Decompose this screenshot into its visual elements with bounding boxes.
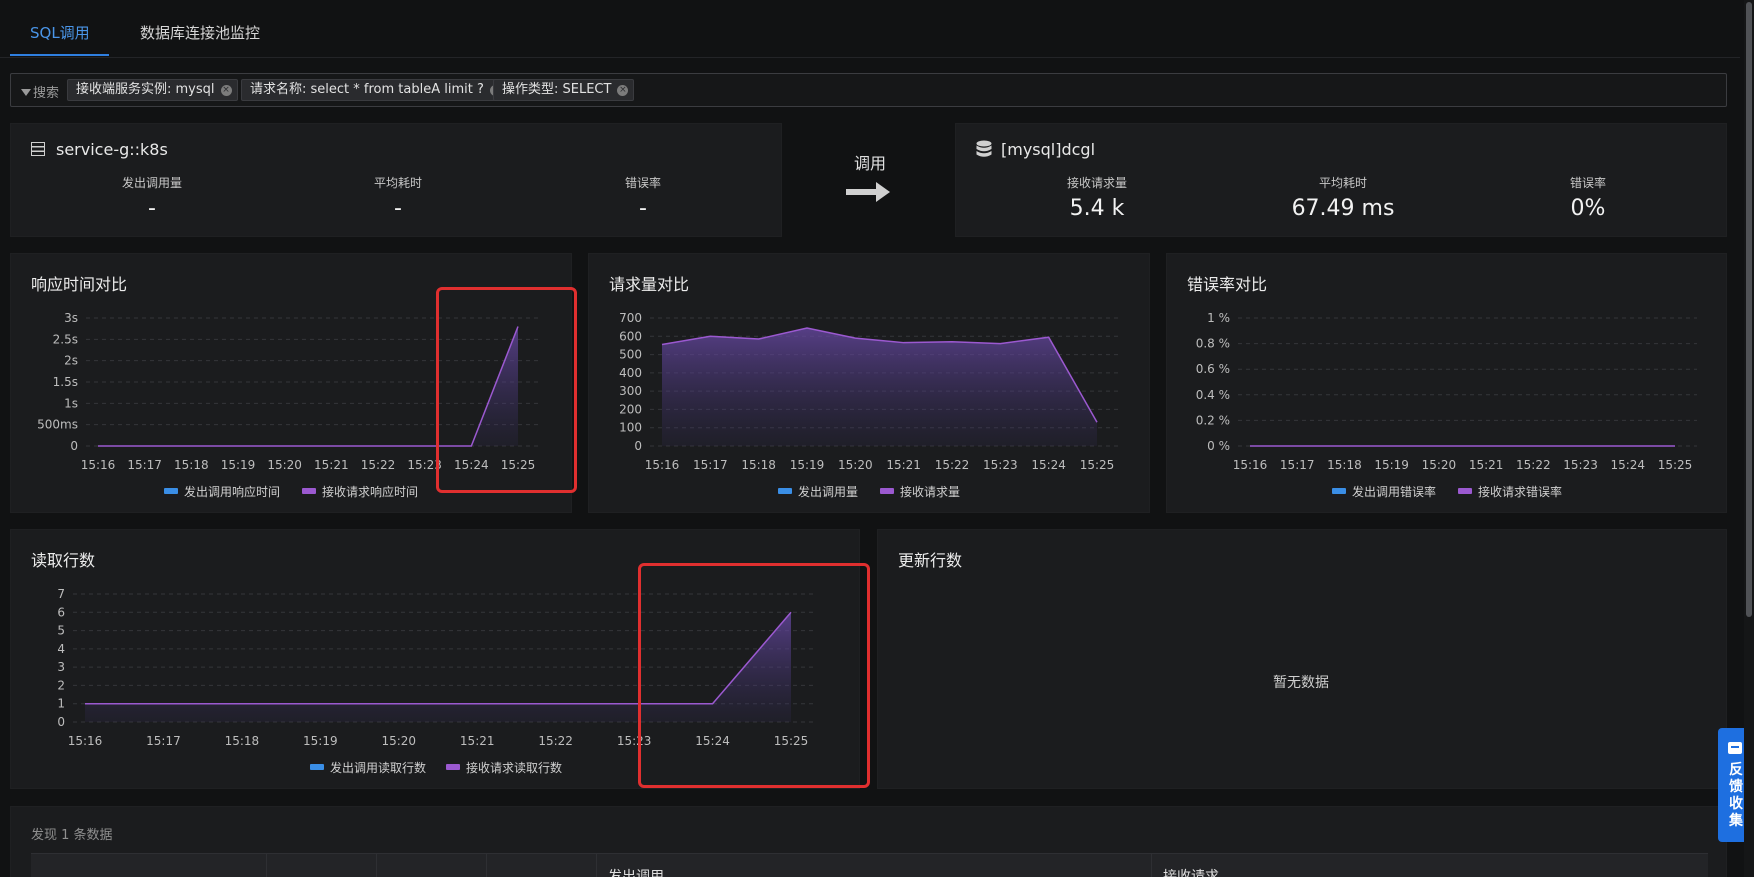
legend-swatch <box>446 764 460 770</box>
column-divider <box>596 854 597 877</box>
y-tick-label: 1s <box>64 396 78 410</box>
y-tick-label: 0 <box>634 439 642 453</box>
y-tick-label: 2s <box>64 354 78 368</box>
x-tick-label: 15:20 <box>267 458 302 472</box>
x-tick-label: 15:19 <box>221 458 256 472</box>
x-tick-label: 15:16 <box>68 734 103 748</box>
y-tick-label: 200 <box>619 402 642 416</box>
x-tick-label: 15:18 <box>225 734 260 748</box>
legend-label: 发出调用量 <box>798 484 858 499</box>
y-tick-label: 5 <box>57 624 65 638</box>
x-tick-label: 15:22 <box>361 458 396 472</box>
x-tick-label: 15:24 <box>1031 458 1066 472</box>
results-table-section: 发现 1 条数据 发出调用 接收请求 <box>10 806 1727 877</box>
legend-label: 接收请求响应时间 <box>322 484 418 499</box>
legend-label: 发出调用错误率 <box>1352 484 1436 499</box>
x-tick-label: 15:19 <box>303 734 338 748</box>
x-tick-label: 15:21 <box>460 734 495 748</box>
legend-swatch <box>310 764 324 770</box>
x-tick-label: 15:22 <box>1516 458 1551 472</box>
x-tick-label: 15:17 <box>693 458 728 472</box>
x-tick-label: 15:21 <box>314 458 349 472</box>
x-tick-label: 15:19 <box>1374 458 1409 472</box>
series-area <box>662 328 1097 446</box>
y-tick-label: 500ms <box>37 418 78 432</box>
x-tick-label: 15:22 <box>538 734 573 748</box>
legend-swatch <box>302 488 316 494</box>
x-tick-label: 15:16 <box>645 458 680 472</box>
x-tick-label: 15:19 <box>790 458 825 472</box>
feedback-label: 反馈收集 <box>1729 762 1743 829</box>
x-tick-label: 15:25 <box>1658 458 1693 472</box>
legend-swatch <box>880 488 894 494</box>
y-tick-label: 0.6 % <box>1196 362 1230 376</box>
x-tick-label: 15:22 <box>935 458 970 472</box>
legend-swatch <box>1458 488 1472 494</box>
y-tick-label: 100 <box>619 421 642 435</box>
y-tick-label: 4 <box>57 642 65 656</box>
highlight-box <box>436 287 577 493</box>
y-tick-label: 400 <box>619 366 642 380</box>
y-tick-label: 0.2 % <box>1196 413 1230 427</box>
column-divider <box>1151 854 1152 877</box>
y-tick-label: 7 <box>57 587 65 601</box>
column-divider <box>376 854 377 877</box>
x-tick-label: 15:20 <box>1422 458 1457 472</box>
y-tick-label: 1 % <box>1207 311 1230 325</box>
x-tick-label: 15:25 <box>1080 458 1115 472</box>
highlight-box <box>638 563 870 788</box>
x-tick-label: 15:20 <box>381 734 416 748</box>
column-divider <box>486 854 487 877</box>
column-divider <box>266 854 267 877</box>
y-tick-label: 300 <box>619 384 642 398</box>
legend-swatch <box>1332 488 1346 494</box>
page-scrollbar[interactable] <box>1744 0 1754 877</box>
legend-label: 发出调用响应时间 <box>184 484 280 499</box>
x-tick-label: 15:18 <box>1327 458 1362 472</box>
legend-label: 接收请求读取行数 <box>466 760 562 775</box>
table-header: 发出调用 接收请求 <box>31 853 1708 877</box>
x-tick-label: 15:16 <box>1233 458 1268 472</box>
legend-swatch <box>164 488 178 494</box>
y-tick-label: 1.5s <box>53 375 78 389</box>
charts-layer: 0 500ms 1s 1.5s 2s 2.5s 3s 15:16 15:17 15:18 15:19… <box>37 311 1697 775</box>
x-tick-label: 15:21 <box>886 458 921 472</box>
y-tick-label: 1 <box>57 697 65 711</box>
scrollbar-thumb[interactable] <box>1746 2 1752 617</box>
y-tick-label: 0 % <box>1207 439 1230 453</box>
x-tick-label: 15:17 <box>127 458 162 472</box>
legend-label: 接收请求量 <box>900 484 960 499</box>
y-tick-label: 6 <box>57 605 65 619</box>
x-tick-label: 15:17 <box>1280 458 1315 472</box>
y-tick-label: 0 <box>57 715 65 729</box>
legend-label: 发出调用读取行数 <box>330 760 426 775</box>
x-tick-label: 15:23 <box>983 458 1018 472</box>
x-tick-label: 15:18 <box>174 458 209 472</box>
y-tick-label: 3 <box>57 660 65 674</box>
column-header-outgoing: 发出调用 <box>608 869 664 877</box>
y-tick-label: 0.4 % <box>1196 388 1230 402</box>
legend-swatch <box>778 488 792 494</box>
y-tick-label: 700 <box>619 311 642 325</box>
x-tick-label: 15:24 <box>1610 458 1645 472</box>
x-tick-label: 15:23 <box>1563 458 1598 472</box>
column-header-incoming: 接收请求 <box>1163 869 1219 877</box>
y-tick-label: 0 <box>70 439 78 453</box>
chat-icon <box>1728 742 1742 754</box>
x-tick-label: 15:17 <box>146 734 181 748</box>
x-tick-label: 15:16 <box>81 458 116 472</box>
y-tick-label: 3s <box>64 311 78 325</box>
y-tick-label: 600 <box>619 329 642 343</box>
y-tick-label: 0.8 % <box>1196 337 1230 351</box>
results-count: 发现 1 条数据 <box>31 828 113 843</box>
y-tick-label: 500 <box>619 348 642 362</box>
legend-label: 接收请求错误率 <box>1478 484 1562 499</box>
y-tick-label: 2.5s <box>53 332 78 346</box>
x-tick-label: 15:21 <box>1469 458 1504 472</box>
x-tick-label: 15:18 <box>741 458 776 472</box>
y-tick-label: 2 <box>57 678 65 692</box>
x-tick-label: 15:20 <box>838 458 873 472</box>
